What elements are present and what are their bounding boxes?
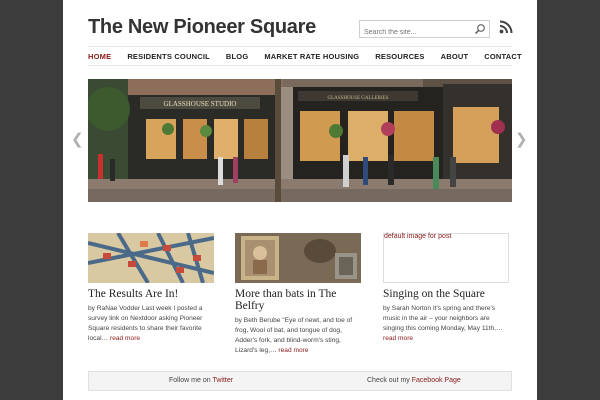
page-container: The New Pioneer Square HOME RESIDENTS CO… bbox=[63, 0, 537, 400]
map-image bbox=[88, 233, 214, 283]
post-card: default image for post Singing on the Sq… bbox=[383, 233, 511, 344]
read-more-link[interactable]: read more bbox=[278, 347, 308, 354]
shop-sign-text: GLASSHOUSE STUDIO bbox=[164, 100, 237, 108]
slider-prev-arrow-icon[interactable]: ❮ bbox=[71, 132, 84, 147]
nav-item-home[interactable]: HOME bbox=[88, 52, 111, 61]
post-title[interactable]: Singing on the Square bbox=[383, 288, 511, 300]
footer-bar: Follow me on Twitter Check out my Facebo… bbox=[88, 371, 512, 391]
post-title[interactable]: The Results Are In! bbox=[88, 288, 216, 300]
image-alt-text: default image for post bbox=[384, 233, 452, 240]
post-excerpt: by Sarah Norton It's spring and there's … bbox=[383, 304, 511, 344]
slider-next-arrow-icon[interactable]: ❯ bbox=[515, 132, 528, 147]
post-excerpt: by RaNae Vodder Last week I posted a sur… bbox=[88, 304, 216, 344]
twitter-link[interactable]: Twitter bbox=[212, 377, 233, 384]
post-thumbnail[interactable] bbox=[235, 233, 361, 283]
site-title[interactable]: The New Pioneer Square bbox=[88, 16, 316, 39]
post-excerpt-text: by Sarah Norton It's spring and there's … bbox=[383, 305, 503, 332]
post-title[interactable]: More than bats in The Belfry bbox=[235, 288, 363, 312]
facebook-link[interactable]: Facebook Page bbox=[412, 377, 461, 384]
nav-item-about[interactable]: ABOUT bbox=[441, 52, 469, 61]
nav-item-resources[interactable]: RESOURCES bbox=[375, 52, 424, 61]
facebook-follow-text: Check out my Facebook Page bbox=[367, 377, 461, 384]
featured-slider-image[interactable]: GLASSHOUSE STUDIO GLASSHOUSE GALLERIES bbox=[88, 79, 512, 202]
facebook-prefix: Check out my bbox=[367, 377, 412, 384]
nav-item-contact[interactable]: CONTACT bbox=[484, 52, 522, 61]
post-thumbnail-placeholder[interactable]: default image for post bbox=[383, 233, 509, 283]
read-more-link[interactable]: read more bbox=[383, 335, 413, 342]
post-excerpt-text: by RaNae Vodder Last week I posted a sur… bbox=[88, 305, 203, 342]
post-card: The Results Are In! by RaNae Vodder Last… bbox=[88, 233, 216, 344]
photo-image bbox=[235, 233, 361, 283]
twitter-prefix: Follow me on bbox=[169, 377, 213, 384]
post-thumbnail[interactable] bbox=[88, 233, 214, 283]
search-icon[interactable] bbox=[474, 23, 486, 35]
gallery-sign-text: GLASSHOUSE GALLERIES bbox=[328, 96, 389, 101]
search-input[interactable] bbox=[360, 24, 470, 41]
read-more-link[interactable]: read more bbox=[110, 335, 140, 342]
twitter-follow-text: Follow me on Twitter bbox=[169, 377, 233, 384]
search-box[interactable] bbox=[359, 20, 490, 41]
street-photo: GLASSHOUSE STUDIO GLASSHOUSE GALLERIES bbox=[88, 79, 512, 202]
nav-item-residents-council[interactable]: RESIDENTS COUNCIL bbox=[127, 52, 210, 61]
rss-feed-icon[interactable] bbox=[499, 20, 513, 34]
post-card: More than bats in The Belfry by Beth Ber… bbox=[235, 233, 363, 356]
nav-item-market-rate-housing[interactable]: MARKET RATE HOUSING bbox=[264, 52, 359, 61]
post-excerpt: by Beth Berube "Eye of newt, and toe of … bbox=[235, 316, 363, 356]
nav-item-blog[interactable]: BLOG bbox=[226, 52, 248, 61]
main-navigation: HOME RESIDENTS COUNCIL BLOG MARKET RATE … bbox=[88, 46, 522, 66]
